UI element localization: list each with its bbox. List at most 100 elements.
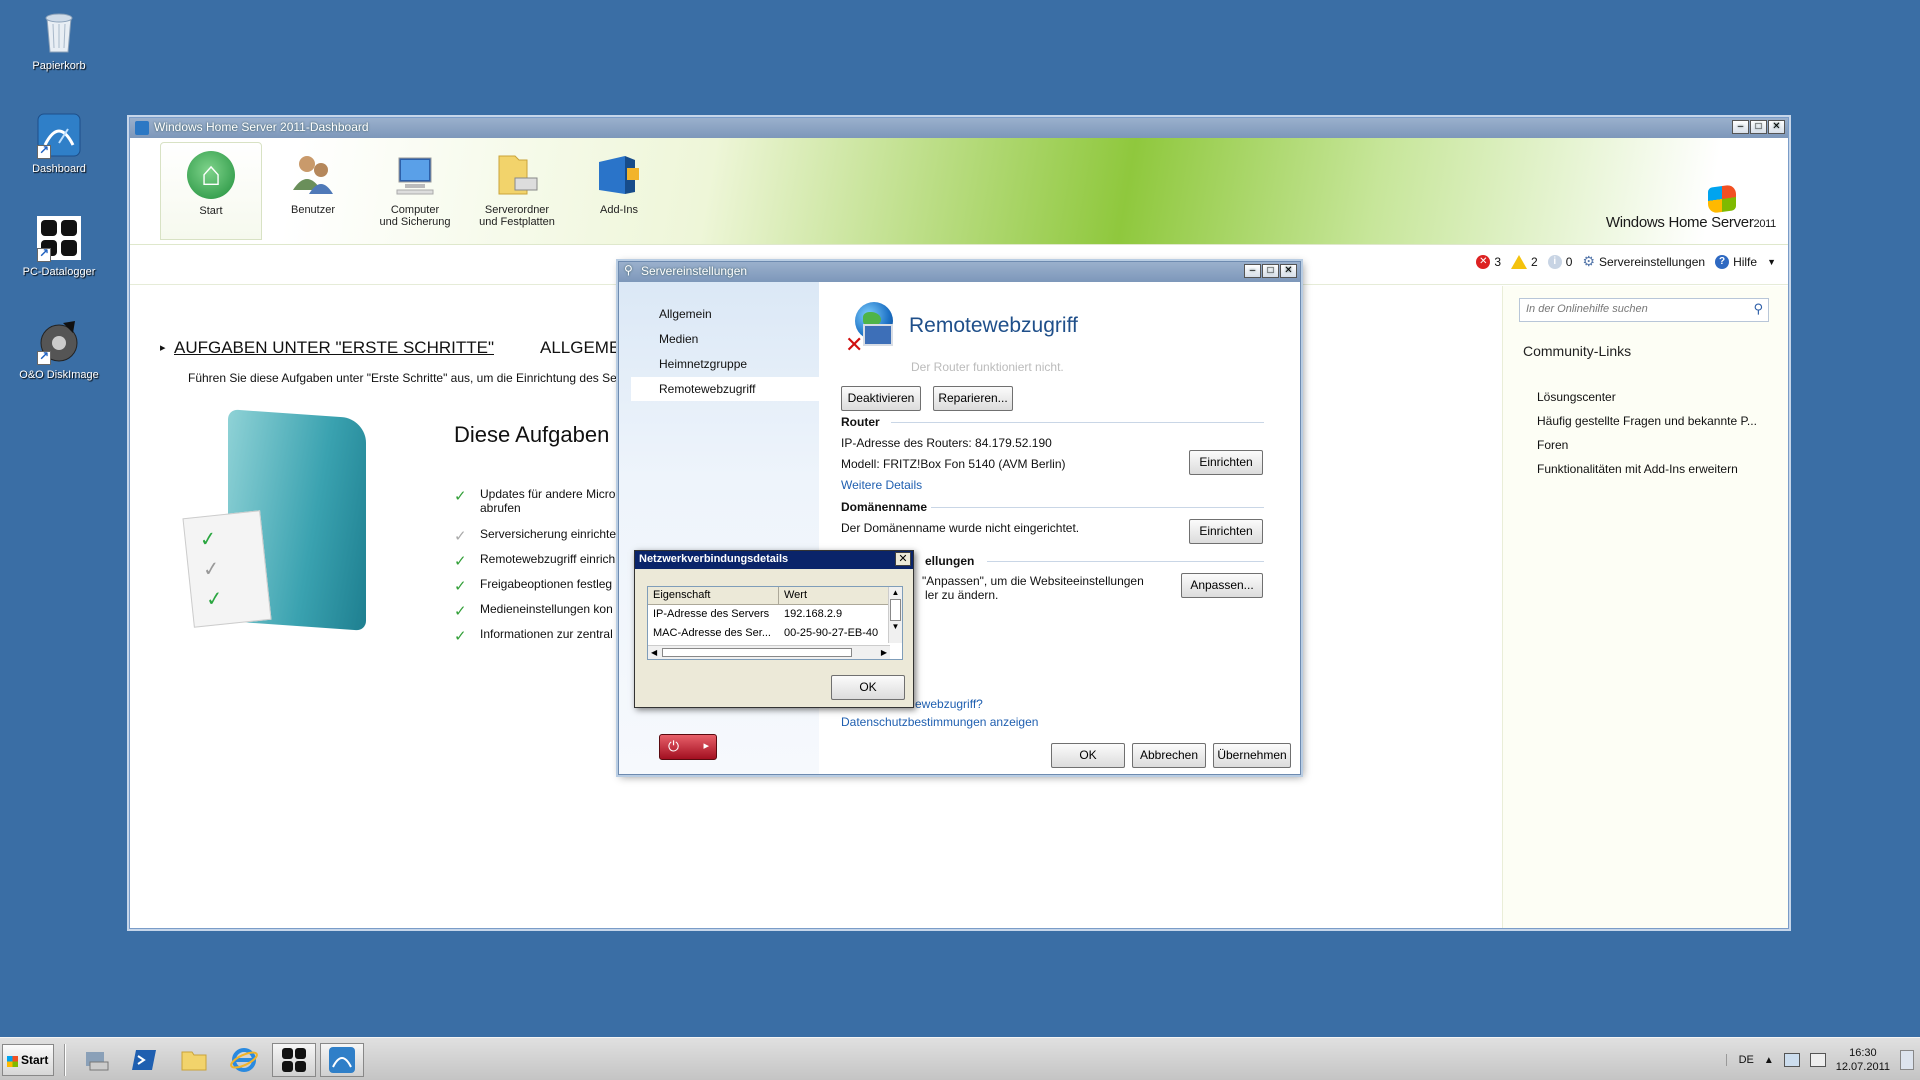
nav-item-homegroup[interactable]: Heimnetzgruppe xyxy=(631,352,819,376)
powershell-taskbar-icon[interactable] xyxy=(122,1043,166,1077)
alerts-warnings[interactable]: 2 xyxy=(1511,254,1538,269)
task-item[interactable]: ✓ Remotewebzugriff einrich xyxy=(454,552,615,570)
remote-access-help-link[interactable]: ewebzugriff? xyxy=(915,697,983,711)
divider xyxy=(931,507,1264,508)
close-button[interactable]: ✕ xyxy=(895,552,911,566)
tray-app-icon[interactable] xyxy=(1783,1053,1800,1067)
logo-year: 2011 xyxy=(1753,218,1777,230)
scroll-right-icon[interactable]: ▶ xyxy=(881,648,887,657)
start-button[interactable]: Start xyxy=(2,1044,54,1076)
getting-started-illustration: ✓ ✓ ✓ xyxy=(182,409,368,634)
info-icon: i xyxy=(1547,254,1562,269)
explorer-taskbar-icon[interactable] xyxy=(172,1043,216,1077)
scroll-down-icon[interactable]: ▼ xyxy=(889,621,902,633)
domain-setup-button[interactable]: Einrichten xyxy=(1189,519,1263,544)
tab-add-ins[interactable]: Add-Ins xyxy=(568,142,670,240)
show-desktop-icon[interactable] xyxy=(1900,1050,1914,1070)
computer-icon xyxy=(391,150,439,198)
tab-label: Computer und Sicherung xyxy=(379,204,451,228)
server-settings-link[interactable]: ⚙ Servereinstellungen xyxy=(1582,253,1705,270)
repair-button[interactable]: Reparieren... xyxy=(933,386,1013,411)
customize-button[interactable]: Anpassen... xyxy=(1181,573,1263,598)
network-details-titlebar[interactable]: Netzwerkverbindungsdetails ✕ xyxy=(635,551,913,569)
online-help-search-input[interactable]: In der Onlinehilfe suchen ⚲ xyxy=(1519,298,1769,322)
home-icon xyxy=(187,151,235,199)
power-button[interactable] xyxy=(659,734,717,760)
privacy-link[interactable]: Datenschutzbestimmungen anzeigen xyxy=(841,715,1038,729)
help-label: Hilfe xyxy=(1733,254,1758,269)
community-link[interactable]: Foren xyxy=(1537,438,1568,452)
task-label: Serversicherung einrichte xyxy=(480,527,617,541)
show-hidden-icons-chevron-icon[interactable]: ▲ xyxy=(1764,1055,1774,1066)
nav-item-media[interactable]: Medien xyxy=(631,327,819,351)
search-icon[interactable]: ⚲ xyxy=(1753,301,1763,317)
check-icon: ✓ xyxy=(454,578,467,595)
network-icon[interactable] xyxy=(1809,1053,1826,1067)
cancel-button[interactable]: Abbrechen xyxy=(1132,743,1206,768)
minimize-button[interactable]: – xyxy=(1732,120,1749,134)
server-settings-titlebar[interactable]: ⚲ Servereinstellungen – □ ✕ xyxy=(619,262,1300,282)
minimize-button[interactable]: – xyxy=(1244,264,1261,278)
apply-button[interactable]: Übernehmen xyxy=(1213,743,1291,768)
task-item[interactable]: ✓ Medieneinstellungen kon xyxy=(454,602,613,620)
network-details-table[interactable]: Eigenschaft Wert IP-Adresse des Servers … xyxy=(647,586,903,660)
ok-button[interactable]: OK xyxy=(831,675,905,700)
community-link[interactable]: Häufig gestellte Fragen und bekannte P..… xyxy=(1537,414,1757,428)
clock[interactable]: 16:30 12.07.2011 xyxy=(1836,1046,1890,1074)
horizontal-scrollbar[interactable]: ◀ ▶ xyxy=(648,645,890,659)
table-row[interactable]: MAC-Adresse des Ser... 00-25-90-27-EB-40 xyxy=(648,624,902,643)
desktop-icon-label: O&O DiskImage xyxy=(19,369,99,381)
desktop-icon-dashboard[interactable]: Dashboard xyxy=(14,111,104,175)
desktop-icon-pc-datalogger[interactable]: PC-Datalogger xyxy=(14,214,104,278)
divider xyxy=(987,561,1264,562)
getting-started-title[interactable]: AUFGABEN UNTER "ERSTE SCHRITTE" xyxy=(160,338,494,358)
internet-explorer-taskbar-icon[interactable] xyxy=(222,1043,266,1077)
logo-text: Windows Home Server xyxy=(1605,214,1754,231)
task-item[interactable]: ✓ Serversicherung einrichte xyxy=(454,527,616,545)
dashboard-titlebar[interactable]: Windows Home Server 2011-Dashboard – □ ✕ xyxy=(130,118,1788,138)
help-sidebar: In der Onlinehilfe suchen ⚲ Community-Li… xyxy=(1502,286,1788,928)
alerts-errors[interactable]: ✕ 3 xyxy=(1476,254,1502,269)
scroll-up-icon[interactable]: ▲ xyxy=(889,587,902,599)
pc-datalogger-taskbar-icon[interactable] xyxy=(272,1043,316,1077)
all-tasks-title[interactable]: ALLGEME xyxy=(540,338,620,358)
alerts-infos[interactable]: i0 xyxy=(1547,254,1572,269)
nav-item-remote-web-access[interactable]: Remotewebzugriff xyxy=(631,377,819,401)
warning-icon xyxy=(1511,254,1528,269)
maximize-button[interactable]: □ xyxy=(1750,120,1767,134)
language-indicator[interactable]: DE xyxy=(1725,1054,1754,1066)
ok-button[interactable]: OK xyxy=(1051,743,1125,768)
table-row[interactable]: IP-Adresse des Servers 192.168.2.9 xyxy=(648,605,902,624)
tab-computers-backup[interactable]: Computer und Sicherung xyxy=(364,142,466,240)
column-header-value[interactable]: Wert xyxy=(779,587,889,604)
dashboard-taskbar-icon[interactable] xyxy=(320,1043,364,1077)
tab-users[interactable]: Benutzer xyxy=(262,142,364,240)
server-manager-taskbar-icon[interactable] xyxy=(74,1043,118,1077)
vertical-scrollbar[interactable]: ▲ ▼ xyxy=(888,587,902,643)
deactivate-button[interactable]: Deaktivieren xyxy=(841,386,921,411)
dashboard-header: Start Benutzer Computer und Sicherung Se… xyxy=(130,138,1788,245)
maximize-button[interactable]: □ xyxy=(1262,264,1279,278)
tab-start[interactable]: Start xyxy=(160,142,262,240)
task-item[interactable]: ✓ Freigabeoptionen festleg xyxy=(454,577,612,595)
column-header-property[interactable]: Eigenschaft xyxy=(648,587,779,604)
scroll-thumb[interactable] xyxy=(662,648,852,657)
close-button[interactable]: ✕ xyxy=(1768,120,1785,134)
desktop-icon-recycle-bin[interactable]: Papierkorb xyxy=(14,8,104,72)
task-item[interactable]: ✓ Updates für andere Micro abrufen xyxy=(454,487,615,515)
more-details-link[interactable]: Weitere Details xyxy=(841,478,922,492)
scroll-thumb[interactable] xyxy=(890,599,901,621)
community-link[interactable]: Funktionalitäten mit Add-Ins erweitern xyxy=(1537,462,1738,476)
error-count: 3 xyxy=(1494,254,1502,269)
desktop-icon-oo-diskimage[interactable]: O&O DiskImage xyxy=(14,317,104,381)
tab-server-folders[interactable]: Serverordner und Festplatten xyxy=(466,142,568,240)
help-menu[interactable]: ? Hilfe ▼ xyxy=(1715,254,1776,269)
router-setup-button[interactable]: Einrichten xyxy=(1189,450,1263,475)
task-item[interactable]: ✓ Informationen zur zentral xyxy=(454,627,613,645)
nav-item-general[interactable]: Allgemein xyxy=(631,302,819,326)
scroll-left-icon[interactable]: ◀ xyxy=(651,648,657,657)
close-button[interactable]: ✕ xyxy=(1280,264,1297,278)
shortcut-arrow-icon xyxy=(37,246,51,262)
tab-label: Add-Ins xyxy=(600,204,638,216)
community-link[interactable]: Lösungscenter xyxy=(1537,390,1616,404)
